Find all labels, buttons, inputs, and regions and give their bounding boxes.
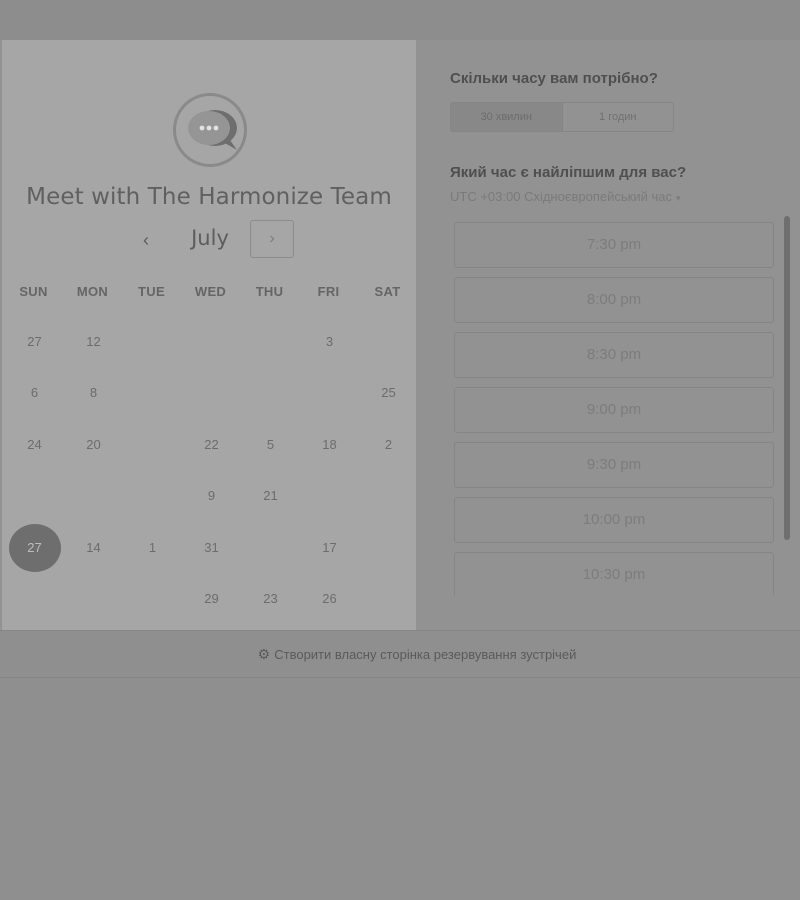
- weekday-label: FRI: [317, 284, 340, 299]
- time-slot-button[interactable]: 9:30 pm: [454, 442, 774, 488]
- calendar-day[interactable]: 27: [9, 322, 61, 362]
- calendar-day[interactable]: 29: [186, 579, 238, 619]
- chat-bubble-avatar-icon: [169, 92, 253, 168]
- duration-option-1-hour[interactable]: 1 годин: [561, 103, 674, 131]
- time-slot-button[interactable]: 10:00 pm: [454, 497, 774, 543]
- footer-link-text: Створити власну сторінка резервування зу…: [274, 647, 577, 662]
- time-slot-scrollbar[interactable]: [784, 216, 790, 540]
- calendar-panel: Meet with The Harmonize Team ‹ July › SU…: [2, 40, 416, 630]
- calendar-day[interactable]: 5: [245, 425, 297, 465]
- timezone-dropdown[interactable]: UTC +03:00 Східноєвропейський час ▾: [450, 189, 681, 204]
- create-booking-page-link[interactable]: ⚙ Створити власну сторінка резервування з…: [0, 631, 800, 678]
- calendar-day-selected[interactable]: 27: [8, 523, 61, 572]
- calendar-day[interactable]: 17: [304, 528, 356, 568]
- next-month-button[interactable]: ›: [250, 220, 294, 258]
- time-slot-button[interactable]: 9:00 pm: [454, 387, 774, 433]
- duration-question: Скільки часу вам потрібно?: [450, 70, 658, 87]
- calendar-day[interactable]: 9: [186, 476, 238, 516]
- calendar-day[interactable]: 2: [363, 425, 415, 465]
- calendar-day[interactable]: 21: [245, 476, 297, 516]
- calendar-day[interactable]: 22: [186, 425, 238, 465]
- time-slot-button[interactable]: 8:30 pm: [454, 332, 774, 378]
- calendar-day[interactable]: 24: [9, 425, 61, 465]
- chevron-down-icon: ▾: [675, 193, 681, 203]
- weekday-label: SAT: [374, 284, 401, 299]
- calendar-day[interactable]: 18: [304, 425, 356, 465]
- weekday-label: SUN: [19, 284, 48, 299]
- calendar-day[interactable]: 25: [363, 373, 415, 413]
- top-backdrop: [0, 0, 800, 40]
- calendar-day[interactable]: 1: [127, 528, 179, 568]
- weekday-label: THU: [255, 284, 284, 299]
- weekday-label: TUE: [138, 284, 165, 299]
- weekday-label: MON: [76, 284, 109, 299]
- calendar-day[interactable]: 23: [245, 579, 297, 619]
- time-slot-button[interactable]: 10:30 pm: [454, 552, 774, 596]
- calendar-day[interactable]: 12: [68, 322, 120, 362]
- sprocket-icon: ⚙: [257, 646, 271, 662]
- calendar-day[interactable]: 20: [68, 425, 120, 465]
- calendar-day[interactable]: 31: [186, 528, 238, 568]
- month-label: July: [191, 226, 229, 250]
- time-slot-list: 7:30 pm 8:00 pm 8:30 pm 9:00 pm 9:30 pm …: [452, 220, 778, 596]
- duration-option-30-min[interactable]: 30 хвилин: [451, 103, 562, 131]
- calendar-day[interactable]: 3: [304, 322, 356, 362]
- time-slot-button[interactable]: 8:00 pm: [454, 277, 774, 323]
- time-question: Який час є найліпшим для вас?: [450, 164, 687, 181]
- calendar-day[interactable]: 14: [68, 528, 120, 568]
- prev-month-button[interactable]: ‹: [130, 224, 162, 256]
- timezone-label: UTC +03:00 Східноєвропейський час: [450, 189, 672, 204]
- weekday-label: WED: [194, 284, 227, 299]
- calendar-day[interactable]: 26: [304, 579, 356, 619]
- weekday-header: SUN MON TUE WED THU FRI SAT: [2, 284, 416, 304]
- footer-bar: ⚙ Створити власну сторінка резервування з…: [0, 630, 800, 678]
- meeting-title: Meet with The Harmonize Team: [26, 184, 392, 210]
- time-slot-button[interactable]: 7:30 pm: [454, 222, 774, 268]
- month-navigation: ‹ July ›: [2, 220, 416, 260]
- calendar-day[interactable]: 6: [9, 373, 61, 413]
- duration-selector: 30 хвилин 1 годин: [450, 102, 674, 132]
- calendar-day[interactable]: 8: [68, 373, 120, 413]
